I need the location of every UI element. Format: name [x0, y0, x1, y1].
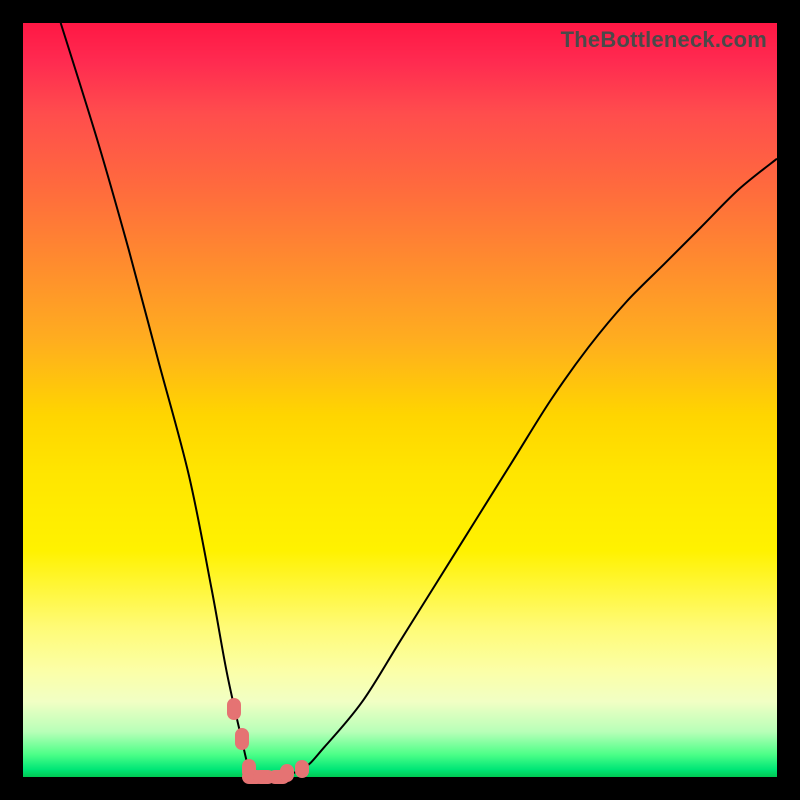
bottleneck-curve-path [61, 23, 777, 778]
chart-plot-area: TheBottleneck.com [23, 23, 777, 777]
bottleneck-curve-svg [23, 23, 777, 777]
